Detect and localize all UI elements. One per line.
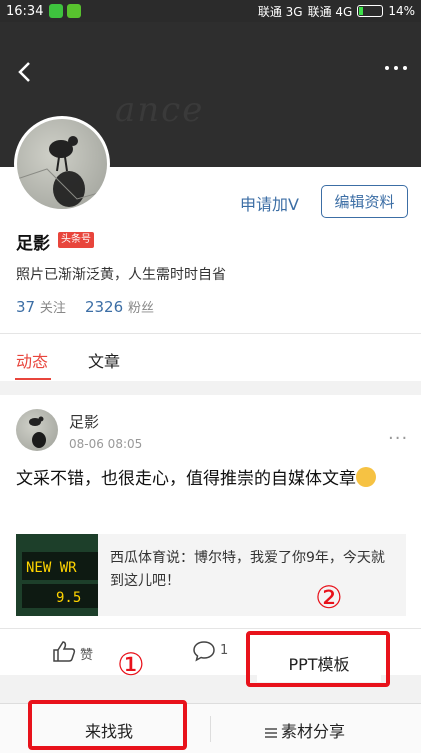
annotation-box-1 [28, 700, 187, 750]
section-gap [0, 381, 421, 395]
comment-count: 1 [220, 643, 229, 658]
annotation-marker-1: ① [117, 647, 145, 683]
tab-indicator [15, 378, 51, 380]
post-author[interactable]: 足影 [69, 411, 99, 432]
avatar[interactable] [14, 116, 110, 212]
status-time: 16:34 [6, 3, 44, 19]
toutiao-badge: 头条号 [58, 232, 94, 248]
battery-percent: 14% [388, 4, 415, 18]
annotation-box-2 [246, 631, 390, 687]
profile-stats: 37 关注 2326 粉丝 [16, 297, 154, 316]
carrier2: 联通 4G [307, 4, 353, 19]
apply-verification-link[interactable]: 申请加V [240, 191, 299, 215]
app-icon [67, 4, 82, 18]
thinking-emoji-icon [356, 467, 376, 487]
annotation-marker-2: ② [315, 580, 343, 616]
followers-count[interactable]: 2326 [85, 298, 123, 316]
post-avatar[interactable] [16, 409, 58, 451]
following-label[interactable]: 关注 [40, 301, 66, 316]
material-share-button[interactable]: 素材分享 [265, 718, 345, 742]
edit-profile-button[interactable]: 编辑资料 [321, 185, 408, 218]
shared-link-card[interactable]: NEW WR 9.5 西瓜体育说：博尔特，我爱了你9年，今天就到这儿吧！ [16, 534, 406, 616]
battery-icon [357, 5, 384, 17]
material-share-label: 素材分享 [281, 722, 346, 741]
post-more-icon[interactable]: ··· [388, 428, 408, 449]
cover-watermark: ance [115, 90, 205, 130]
post-text: 文采不错，也很走心，值得推崇的自媒体文章 [16, 466, 396, 493]
profile-bio: 照片已渐渐泛黄，人生需时时自省 [16, 267, 226, 283]
following-count[interactable]: 37 [16, 298, 35, 316]
like-label[interactable]: 赞 [80, 644, 93, 663]
profile-name: 足影 [16, 234, 50, 254]
link-title: 西瓜体育说：博尔特，我爱了你9年，今天就到这儿吧！ [110, 550, 385, 589]
menu-lines-icon [265, 726, 277, 740]
comment-icon[interactable] [192, 640, 216, 662]
svg-text:NEW WR: NEW WR [26, 560, 77, 576]
back-icon[interactable] [14, 60, 38, 84]
tab-dynamics[interactable]: 动态 [16, 348, 48, 372]
tab-articles[interactable]: 文章 [88, 348, 120, 372]
status-bar: 16:34 联通 3G 联通 4G 14% [0, 0, 421, 22]
more-icon[interactable] [385, 66, 407, 70]
svg-text:9.5: 9.5 [56, 590, 81, 606]
wechat-icon [49, 4, 64, 18]
link-thumbnail: NEW WR 9.5 [16, 534, 98, 616]
bottom-divider [210, 716, 211, 742]
like-icon[interactable] [52, 640, 76, 662]
carrier1: 联通 3G [257, 4, 303, 19]
post-time: 08-06 08:05 [69, 437, 143, 451]
followers-label[interactable]: 粉丝 [128, 301, 154, 316]
